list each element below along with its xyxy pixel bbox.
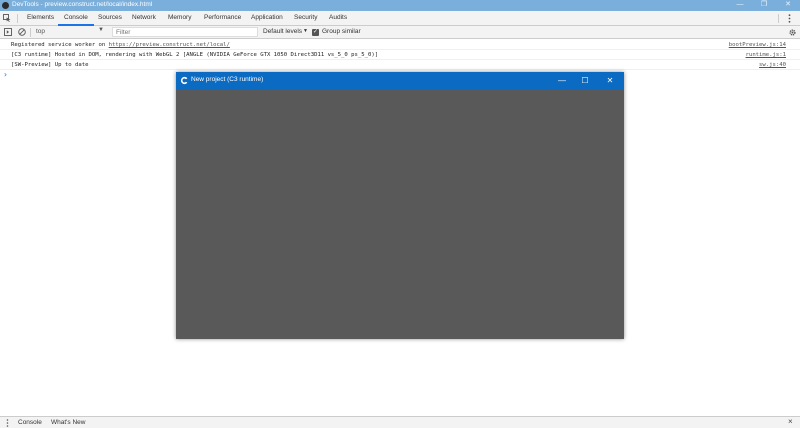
preview-close-button[interactable]: ✕ [598,72,622,89]
group-similar-label: Group similar [322,28,361,35]
context-selector[interactable]: top [36,28,45,35]
tab-application[interactable]: Application [251,14,283,21]
preview-titlebar[interactable]: New project (C3 runtime) — ☐ ✕ [176,72,624,89]
customize-menu-icon[interactable] [788,14,791,23]
tab-sources[interactable]: Sources [98,14,122,21]
show-sidebar-icon[interactable] [4,28,12,36]
toolbar-divider [778,14,779,23]
chrome-devtools-icon [2,2,9,9]
window-title: DevTools - preview.construct.net/local/i… [12,1,153,8]
tab-elements[interactable]: Elements [27,14,54,21]
message-source-link[interactable]: bootPreview.js:14 [729,42,786,48]
devtools-titlebar: DevTools - preview.construct.net/local/i… [0,0,800,11]
close-drawer-button[interactable]: × [788,417,793,426]
log-levels-dropdown[interactable]: Default levels [263,28,302,35]
filter-input[interactable] [112,27,258,37]
drawer-tab-console[interactable]: Console [18,419,42,426]
construct-logo-icon [180,76,188,85]
preview-maximize-button[interactable]: ☐ [573,72,597,89]
minimize-button[interactable]: — [728,0,752,11]
gear-icon[interactable] [788,28,797,37]
toolbar-divider [30,28,31,37]
message-text: Registered service worker on https://pre… [11,42,230,48]
tab-network[interactable]: Network [132,14,156,21]
chevron-down-icon[interactable]: ▼ [303,28,308,34]
tab-console[interactable]: Console [64,14,88,21]
drawer-tab-whats-new[interactable]: What's New [51,419,85,426]
console-toolbar: top ▼ Default levels ▼ ✓ Group similar [0,26,800,39]
message-text: [C3 runtime] Hosted in DOM, rendering wi… [11,52,379,58]
message-link[interactable]: https://preview.construct.net/local/ [109,42,230,48]
preview-title: New project (C3 runtime) [191,76,264,83]
group-similar-checkbox[interactable]: ✓ [312,29,319,36]
tab-security[interactable]: Security [294,14,317,21]
message-text: [SW-Preview] Up to date [11,62,89,68]
console-message: [SW-Preview] Up to date sw.js:40 [0,61,800,70]
tab-performance[interactable]: Performance [204,14,241,21]
close-button[interactable]: ✕ [776,0,800,11]
preview-minimize-button[interactable]: — [550,72,574,89]
game-canvas[interactable] [176,89,624,339]
preview-window: New project (C3 runtime) — ☐ ✕ [176,72,624,339]
console-message: Registered service worker on https://pre… [0,41,800,50]
tab-memory[interactable]: Memory [168,14,191,21]
inspect-element-icon[interactable] [3,14,11,22]
console-message: [C3 runtime] Hosted in DOM, rendering wi… [0,51,800,60]
tab-audits[interactable]: Audits [329,14,347,21]
panel-tabs: Elements Console Sources Network Memory … [0,11,800,26]
message-source-link[interactable]: runtime.js:1 [746,52,786,58]
toolbar-divider [17,14,18,23]
drawer-tabs: Console What's New × [0,416,800,428]
console-prompt[interactable]: › [3,70,8,79]
restore-button[interactable]: ❐ [752,0,776,11]
clear-console-icon[interactable] [18,28,26,36]
chevron-down-icon[interactable]: ▼ [98,27,104,33]
message-source-link[interactable]: sw.js:40 [759,62,786,68]
drawer-menu-icon[interactable] [6,419,9,427]
